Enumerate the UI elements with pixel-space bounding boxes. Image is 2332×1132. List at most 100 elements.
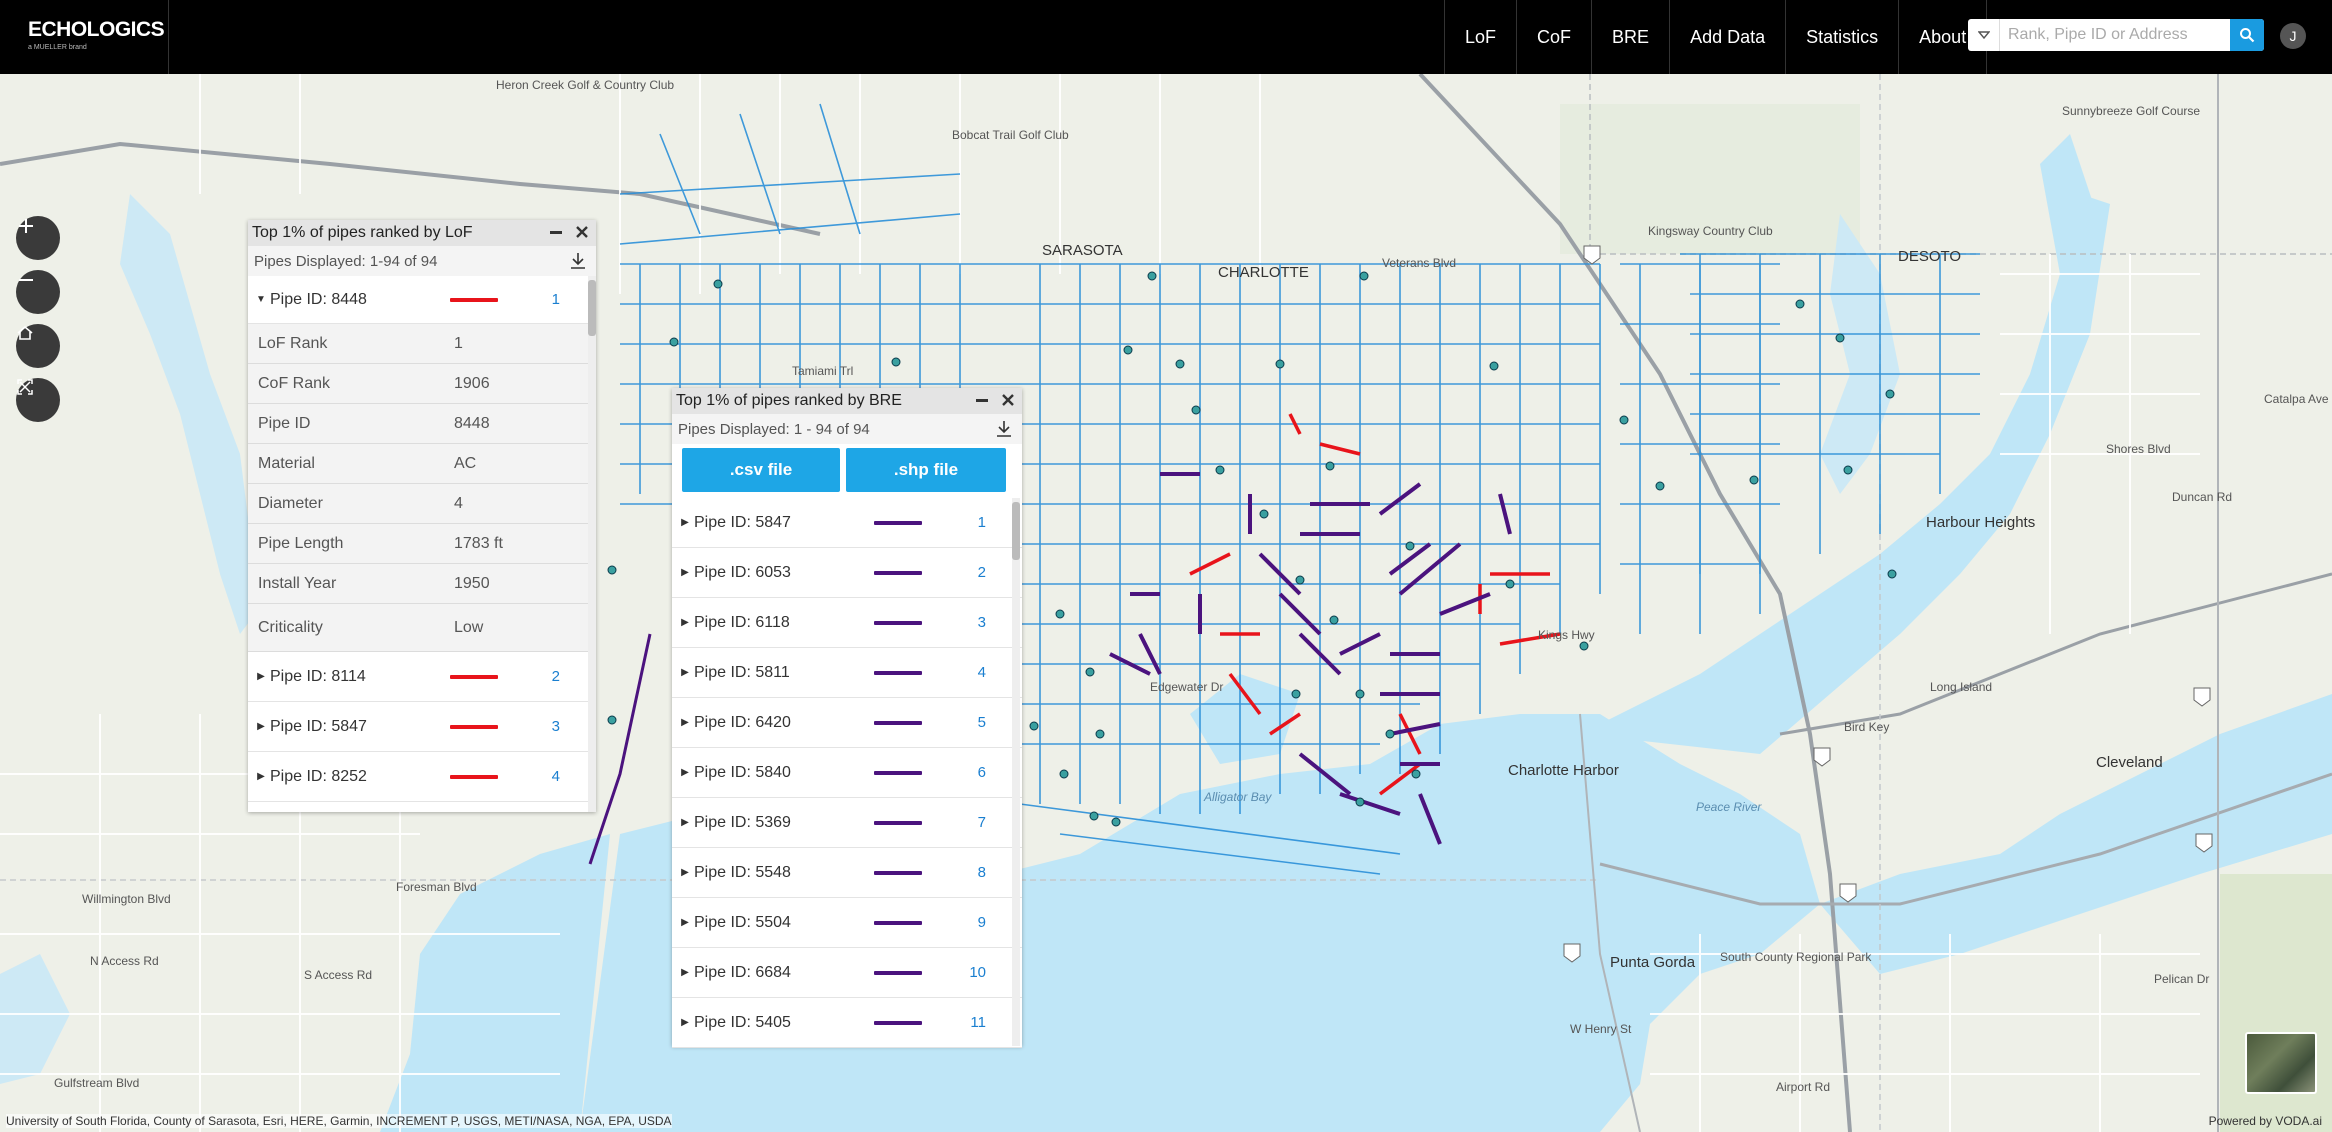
magnifier-icon [2240, 28, 2255, 43]
map-label-tamiami-trl: Tamiami Trl [792, 364, 854, 378]
bre-swatch [874, 570, 922, 575]
map-label-airport-rd: Airport Rd [1776, 1080, 1831, 1094]
minimize-icon [976, 399, 988, 402]
map-label-harbour-heights: Harbour Heights [1926, 514, 2036, 531]
search-source-dropdown[interactable] [1968, 19, 2000, 51]
brand-name: ECHOLOGICS [28, 18, 165, 41]
shp-export-button[interactable]: .shp file [846, 448, 1006, 492]
fullscreen-icon [17, 379, 33, 395]
triangle-right-icon: ▶ [681, 517, 689, 528]
lof-row-id: Pipe ID: 8252 [270, 767, 367, 785]
user-avatar[interactable]: J [2280, 23, 2306, 49]
lof-row[interactable]: ▶ Pipe ID: 8114 2 [248, 652, 596, 702]
lof-close-button[interactable] [574, 224, 590, 240]
lof-row-rank: 2 [551, 668, 560, 685]
lof-panel-header[interactable]: Top 1% of pipes ranked by LoF [248, 220, 596, 246]
triangle-right-icon: ▶ [257, 721, 265, 732]
brand-logo[interactable]: ECHOLOGICS a MUELLER brand [28, 18, 165, 51]
detail-key: Diameter [258, 494, 323, 512]
map-label-kings-hwy: Kings Hwy [1538, 628, 1595, 642]
nav-add-data[interactable]: Add Data [1669, 0, 1785, 74]
detail-value: 1783 ft [454, 534, 503, 552]
bre-row-id: Pipe ID: 6053 [694, 563, 791, 581]
bre-row-id: Pipe ID: 5811 [694, 663, 790, 681]
bre-row-id: Pipe ID: 5548 [694, 863, 791, 881]
detail-key: Install Year [258, 574, 337, 592]
triangle-right-icon: ▶ [681, 617, 689, 628]
detail-row: Material AC [248, 444, 596, 484]
bre-scrollbar[interactable] [1012, 498, 1020, 1046]
map-attribution: University of South Florida, County of S… [6, 1114, 672, 1128]
detail-key: Material [258, 454, 315, 472]
bre-row[interactable]: ▶ Pipe ID: 5405 11 [672, 998, 1022, 1048]
lof-row-rank: 1 [551, 291, 560, 308]
triangle-right-icon: ▶ [681, 917, 689, 928]
bre-close-button[interactable] [1000, 392, 1016, 408]
minimize-icon [550, 231, 562, 234]
zoom-in-button[interactable] [16, 216, 60, 260]
lof-swatch [450, 674, 498, 679]
bre-row[interactable]: ▶ Pipe ID: 5504 9 [672, 898, 1022, 948]
zoom-out-button[interactable] [16, 270, 60, 314]
map-label-cleveland: Cleveland [2096, 754, 2163, 771]
nav-lof[interactable]: LoF [1444, 0, 1516, 74]
nav-cof[interactable]: CoF [1516, 0, 1591, 74]
detail-row: LoF Rank 1 [248, 324, 596, 364]
bre-row-id: Pipe ID: 5840 [694, 763, 791, 781]
lof-scroll-thumb[interactable] [588, 280, 596, 336]
lof-scrollbar[interactable] [588, 276, 596, 812]
detail-value: 1 [454, 334, 463, 352]
bre-swatch [874, 970, 922, 975]
lof-panel: Top 1% of pipes ranked by LoF Pipes Disp… [248, 220, 596, 812]
bre-minimize-button[interactable] [974, 392, 990, 408]
map-label-bobcat-trail: Bobcat Trail Golf Club [952, 128, 1069, 142]
bre-row[interactable]: ▶ Pipe ID: 6684 10 [672, 948, 1022, 998]
detail-key: LoF Rank [258, 334, 328, 352]
search-input[interactable] [2000, 19, 2230, 51]
bre-panel-header[interactable]: Top 1% of pipes ranked by BRE [672, 388, 1022, 414]
bre-row[interactable]: ▶ Pipe ID: 5369 7 [672, 798, 1022, 848]
powered-by: Powered by VODA.ai [2208, 1114, 2322, 1128]
basemap-toggle[interactable] [2245, 1032, 2317, 1094]
map-label-duncan-rd: Duncan Rd [2172, 490, 2233, 504]
lof-row-id: Pipe ID: 8114 [270, 667, 366, 685]
bre-row-rank: 10 [969, 964, 986, 981]
lof-row-expanded[interactable]: ▼ Pipe ID: 8448 1 [248, 276, 596, 324]
bre-row[interactable]: ▶ Pipe ID: 5548 8 [672, 848, 1022, 898]
lof-row[interactable]: ▶ Pipe ID: 8252 4 [248, 752, 596, 802]
bre-row-id: Pipe ID: 5504 [694, 913, 791, 931]
csv-export-button[interactable]: .csv file [682, 448, 840, 492]
bre-row-rank: 4 [977, 664, 986, 681]
nav-statistics[interactable]: Statistics [1785, 0, 1898, 74]
map-label-long-island: Long Island [1930, 680, 1993, 694]
bre-row[interactable]: ▶ Pipe ID: 5840 6 [672, 748, 1022, 798]
bre-row-id: Pipe ID: 5369 [694, 813, 791, 831]
bre-row[interactable]: ▶ Pipe ID: 5811 4 [672, 648, 1022, 698]
bre-row[interactable]: ▶ Pipe ID: 6118 3 [672, 598, 1022, 648]
bre-scroll-thumb[interactable] [1012, 502, 1020, 560]
triangle-right-icon: ▶ [681, 667, 689, 678]
map-label-sarasota: SARASOTA [1042, 242, 1123, 259]
fullscreen-button[interactable] [16, 378, 60, 422]
lof-download-button[interactable] [570, 252, 586, 274]
bre-row[interactable]: ▶ Pipe ID: 5847 1 [672, 498, 1022, 548]
bre-download-button[interactable] [996, 420, 1012, 442]
bre-row[interactable]: ▶ Pipe ID: 6420 5 [672, 698, 1022, 748]
lof-row[interactable]: ▶ Pipe ID: 5847 3 [248, 702, 596, 752]
map-label-shores-blvd: Shores Blvd [2106, 442, 2171, 456]
bre-row-rank: 7 [977, 814, 986, 831]
close-icon [1002, 394, 1014, 406]
search-button[interactable] [2230, 19, 2264, 51]
detail-key: Pipe Length [258, 534, 344, 552]
bre-row[interactable]: ▶ Pipe ID: 6053 2 [672, 548, 1022, 598]
home-button[interactable] [16, 324, 60, 368]
lof-swatch [450, 724, 498, 729]
detail-value: 4 [454, 494, 463, 512]
detail-value: AC [454, 454, 477, 472]
lof-pipes-displayed: Pipes Displayed: 1-94 of 94 [248, 246, 596, 276]
nav-bre[interactable]: BRE [1591, 0, 1669, 74]
triangle-right-icon: ▶ [681, 1017, 689, 1028]
lof-panel-title: Top 1% of pipes ranked by LoF [252, 224, 473, 241]
lof-minimize-button[interactable] [548, 224, 564, 240]
lof-row-id: Pipe ID: 5847 [270, 717, 367, 735]
